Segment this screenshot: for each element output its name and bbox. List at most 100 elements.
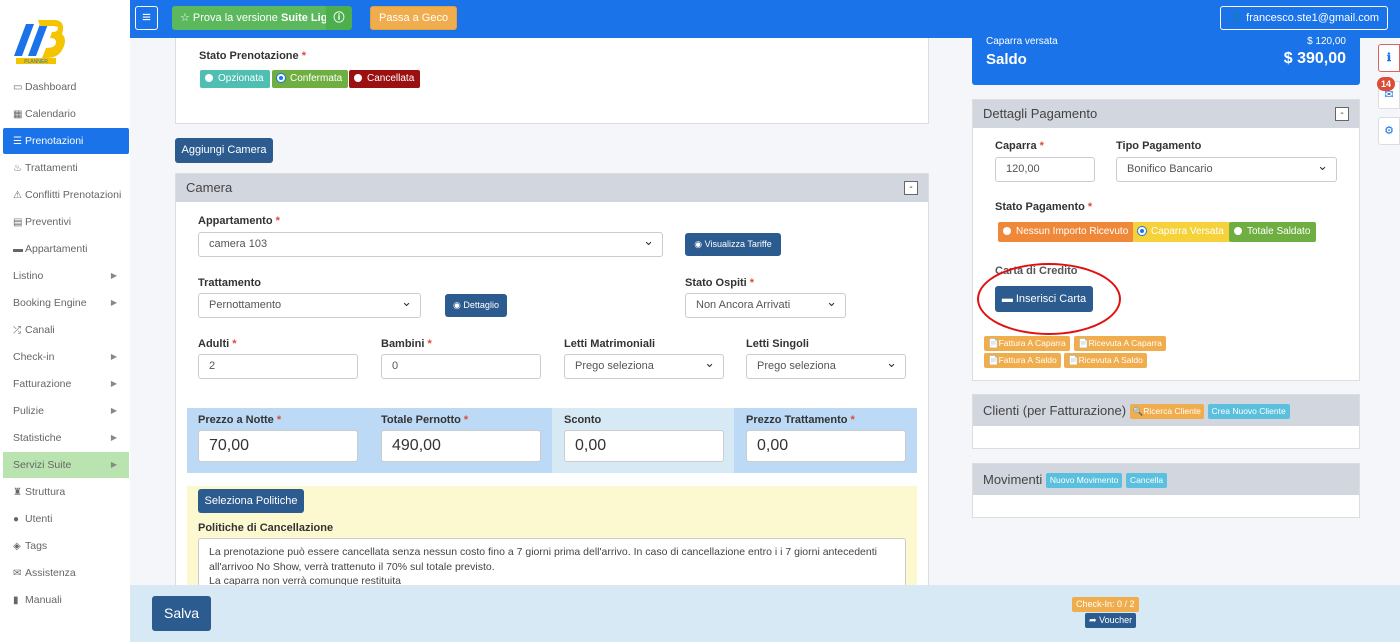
sidebar-item-calendario[interactable]: ▦ Calendario — [3, 101, 129, 127]
sidebar-item-canali[interactable]: ⤮ Canali — [3, 317, 129, 343]
sidebar-item-prenotazioni[interactable]: ☰ Prenotazioni — [3, 128, 129, 154]
prezzo-notte-input[interactable]: 70,00 — [198, 430, 358, 462]
bambini-input[interactable]: 0 — [381, 354, 541, 379]
user-email: francesco.ste1@gmail.com — [1246, 12, 1379, 24]
radio-opzionata[interactable]: Opzionata — [200, 70, 270, 88]
ricerca-cliente-button[interactable]: 🔍Ricerca Cliente — [1129, 404, 1204, 419]
totale-pernotto-input[interactable]: 490,00 — [381, 430, 541, 462]
hamburger-menu-icon[interactable]: ≡ — [135, 6, 158, 30]
seleziona-politiche-button[interactable]: Seleziona Politiche — [198, 489, 304, 513]
sidebar-item-label: Struttura — [25, 486, 66, 498]
sidebar-item-assistenza[interactable]: ✉ Assistenza — [3, 560, 129, 586]
trattamento-select[interactable]: Pernottamento — [198, 290, 421, 318]
dettaglio-button[interactable]: ◉ Dettaglio — [445, 294, 507, 317]
geco-button[interactable]: Passa a Geco — [370, 6, 458, 30]
tipo-pagamento-select[interactable]: Bonifico Bancario — [1116, 154, 1337, 182]
stato-ospiti-select[interactable]: Non Ancora Arrivati — [685, 290, 846, 318]
sidebar-item-dashboard[interactable]: ▭ Dashboard — [3, 74, 129, 100]
info-tab-icon[interactable]: ℹ — [1378, 44, 1400, 72]
politiche-line: all'arrivoo No Show, verrà trattenuto il… — [209, 560, 495, 573]
radio-confermata[interactable]: Confermata — [272, 70, 349, 88]
letti-matrimoniali-select[interactable]: Prego seleziona — [564, 351, 724, 379]
sidebar-item-label: Fatturazione — [13, 378, 72, 390]
chevron-right-icon: ▶ — [110, 460, 117, 469]
tags-icon: ◈ — [13, 541, 21, 552]
tipo-pagamento-label: Tipo Pagamento — [1116, 140, 1202, 152]
sidebar-item-pulizie[interactable]: Pulizie ▶ — [3, 398, 129, 424]
dettagli-pagamento-panel: Dettagli Pagamento - Caparra * 120,00 Ti… — [972, 99, 1360, 381]
clienti-header: Clienti (per Fatturazione) 🔍Ricerca Clie… — [973, 395, 1359, 426]
sidebar-item-label: Canali — [25, 324, 55, 336]
caparra-input[interactable]: 120,00 — [995, 157, 1095, 182]
info-icon[interactable]: ⓘ — [326, 6, 352, 30]
appartamento-label: Appartamento * — [198, 215, 280, 227]
sidebar-item-conflitti-prenotazioni[interactable]: ⚠ Conflitti Prenotazioni — [3, 182, 129, 208]
ricevuta-saldo-button[interactable]: 📄Ricevuta A Saldo — [1064, 353, 1147, 368]
aggiungi-camera-button[interactable]: Aggiungi Camera — [175, 138, 273, 163]
sidebar-item-label: Dashboard — [25, 81, 77, 93]
crea-cliente-button[interactable]: Crea Nuovo Cliente — [1207, 404, 1290, 419]
suite-light-button[interactable]: ☆ Prova la versione Suite Light — [172, 6, 346, 30]
fattura-caparra-button[interactable]: 📄Fattura A Caparra — [984, 336, 1070, 351]
politiche-line: La prenotazione può essere cancellata se… — [209, 546, 877, 558]
nuovo-movimento-button[interactable]: Nuovo Movimento — [1045, 473, 1123, 488]
caparra-versata-label: Caparra versata — [986, 36, 1058, 47]
sidebar-item-listino[interactable]: Listino ▶ — [3, 263, 129, 289]
sidebar-item-label: Manuali — [25, 594, 62, 606]
user-menu-button[interactable]: 👤 francesco.ste1@gmail.com — [1220, 6, 1388, 30]
sidebar-item-booking-engine[interactable]: Booking Engine ▶ — [3, 290, 129, 316]
dettagli-pagamento-header: Dettagli Pagamento - — [973, 100, 1359, 128]
letti-singoli-select[interactable]: Prego seleziona — [746, 351, 906, 379]
stato-prenotazione-panel: Stato Prenotazione * Opzionata Confermat… — [175, 38, 929, 124]
salva-button[interactable]: Salva — [152, 596, 211, 631]
highlight-circle — [977, 263, 1121, 335]
saldo-label: Saldo — [986, 51, 1027, 68]
sidebar-item-statistiche[interactable]: Statistiche ▶ — [3, 425, 129, 451]
adulti-input[interactable]: 2 — [198, 354, 358, 379]
voucher-button[interactable]: ➦ Voucher — [1085, 613, 1137, 628]
movimenti-panel: Movimenti Nuovo Movimento Cancella — [972, 463, 1360, 518]
gears-tab-icon[interactable]: ⚙ — [1378, 117, 1400, 145]
sidebar-item-check-in[interactable]: Check-in ▶ — [3, 344, 129, 370]
planner-logo[interactable]: PLANNER — [12, 12, 68, 68]
sidebar-item-label: Calendario — [25, 108, 76, 120]
sidebar-item-label: Prenotazioni — [25, 135, 84, 147]
sidebar-item-label: Preventivi — [25, 216, 72, 228]
appartamento-select[interactable]: camera 103 — [198, 229, 663, 257]
letti-singoli-label: Letti Singoli — [746, 338, 809, 350]
sidebar-item-trattamenti[interactable]: ♨ Trattamenti — [3, 155, 129, 181]
sidebar-item-fatturazione[interactable]: Fatturazione ▶ — [3, 371, 129, 397]
visualizza-tariffe-button[interactable]: ◉ Visualizza Tariffe — [685, 233, 781, 256]
chevron-right-icon: ▶ — [110, 271, 117, 280]
cancella-movimento-button[interactable]: Cancella — [1126, 473, 1168, 488]
warning-icon: ⚠ — [13, 190, 22, 201]
chevron-right-icon: ▶ — [110, 433, 117, 442]
radio-totale-saldato[interactable]: Totale Saldato — [1229, 222, 1317, 242]
sidebar-item-struttura[interactable]: ♜ Struttura — [3, 479, 129, 505]
movimenti-title: Movimenti — [983, 472, 1043, 487]
book-icon: ▮ — [13, 595, 19, 606]
sidebar-item-label: Trattamenti — [25, 162, 78, 174]
radio-cancellata[interactable]: Cancellata — [349, 70, 421, 88]
sconto-input[interactable]: 0,00 — [564, 430, 724, 462]
collapse-icon[interactable]: - — [1335, 107, 1349, 121]
sidebar-item-label: Booking Engine — [13, 297, 87, 309]
suite-label: Prova la versione — [192, 12, 278, 24]
sidebar-item-manuali[interactable]: ▮ Manuali — [3, 587, 129, 613]
sidebar-item-preventivi[interactable]: ▤ Preventivi — [3, 209, 129, 235]
fattura-saldo-button[interactable]: 📄Fattura A Saldo — [984, 353, 1061, 368]
radio-nessun-importo[interactable]: Nessun Importo Ricevuto — [998, 222, 1135, 242]
sidebar-item-tags[interactable]: ◈ Tags — [3, 533, 129, 559]
checkin-badge: Check-In: 0 / 2 — [1072, 597, 1139, 612]
ricevuta-caparra-button[interactable]: 📄Ricevuta A Caparra — [1074, 336, 1166, 351]
prezzo-trattamento-input[interactable]: 0,00 — [746, 430, 906, 462]
prezzo-notte-label: Prezzo a Notte * — [198, 414, 282, 426]
stato-pagamento-label: Stato Pagamento * — [995, 201, 1093, 213]
sidebar-item-appartamenti[interactable]: ▬ Appartamenti — [3, 236, 129, 262]
radio-caparra-versata[interactable]: Caparra Versata — [1133, 222, 1230, 242]
sidebar-item-servizi-suite[interactable]: Servizi Suite ▶ — [3, 452, 129, 478]
collapse-icon[interactable]: - — [904, 181, 918, 195]
saldo-summary: Caparra versata $ 120,00 Saldo $ 390,00 — [972, 32, 1360, 85]
sidebar-item-label: Conflitti Prenotazioni — [25, 189, 122, 201]
sidebar-item-utenti[interactable]: ● Utenti — [3, 506, 129, 532]
